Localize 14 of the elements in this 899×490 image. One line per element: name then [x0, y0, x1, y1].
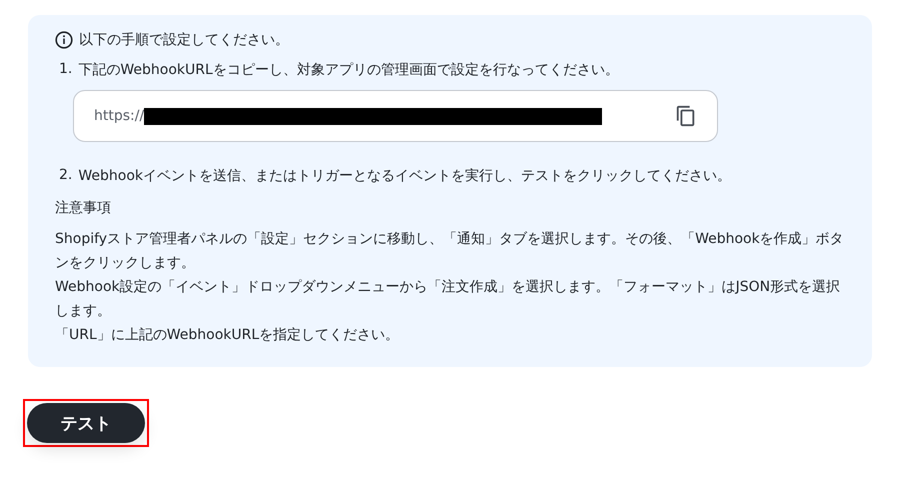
copy-icon[interactable]: [675, 105, 697, 127]
step-text: 下記のWebhookURLをコピーし、対象アプリの管理画面で設定を行なってください。: [78, 61, 619, 79]
step-text: Webhookイベントを送信、またはトリガーとなるイベントを実行し、テストをクリックしてください。: [78, 167, 731, 185]
note-text: Webhook設定の「イベント」ドロップダウンメニューから「注文作成」を選択します。「フォーマット」はJSON形式を選択します。: [55, 278, 842, 321]
url-text: https://: [94, 108, 144, 124]
test-button[interactable]: テスト: [27, 403, 145, 443]
note-text: 「URL」に上記のWebhookURLを指定してください。: [55, 326, 400, 345]
url-field[interactable]: https://: [73, 90, 718, 142]
info-icon: [55, 31, 73, 49]
notes-title: 注意事項: [55, 199, 112, 217]
instructions-heading: 以下の手順で設定してください。: [79, 31, 289, 49]
step-number: 1.: [59, 61, 72, 79]
note-text: Shopifyストア管理者パネルの「設定」セクションに移動し、「通知」タブを選択します。その後、「Webhookを作成」ボタンをクリックします。: [55, 230, 845, 273]
step-number: 2.: [59, 167, 72, 185]
